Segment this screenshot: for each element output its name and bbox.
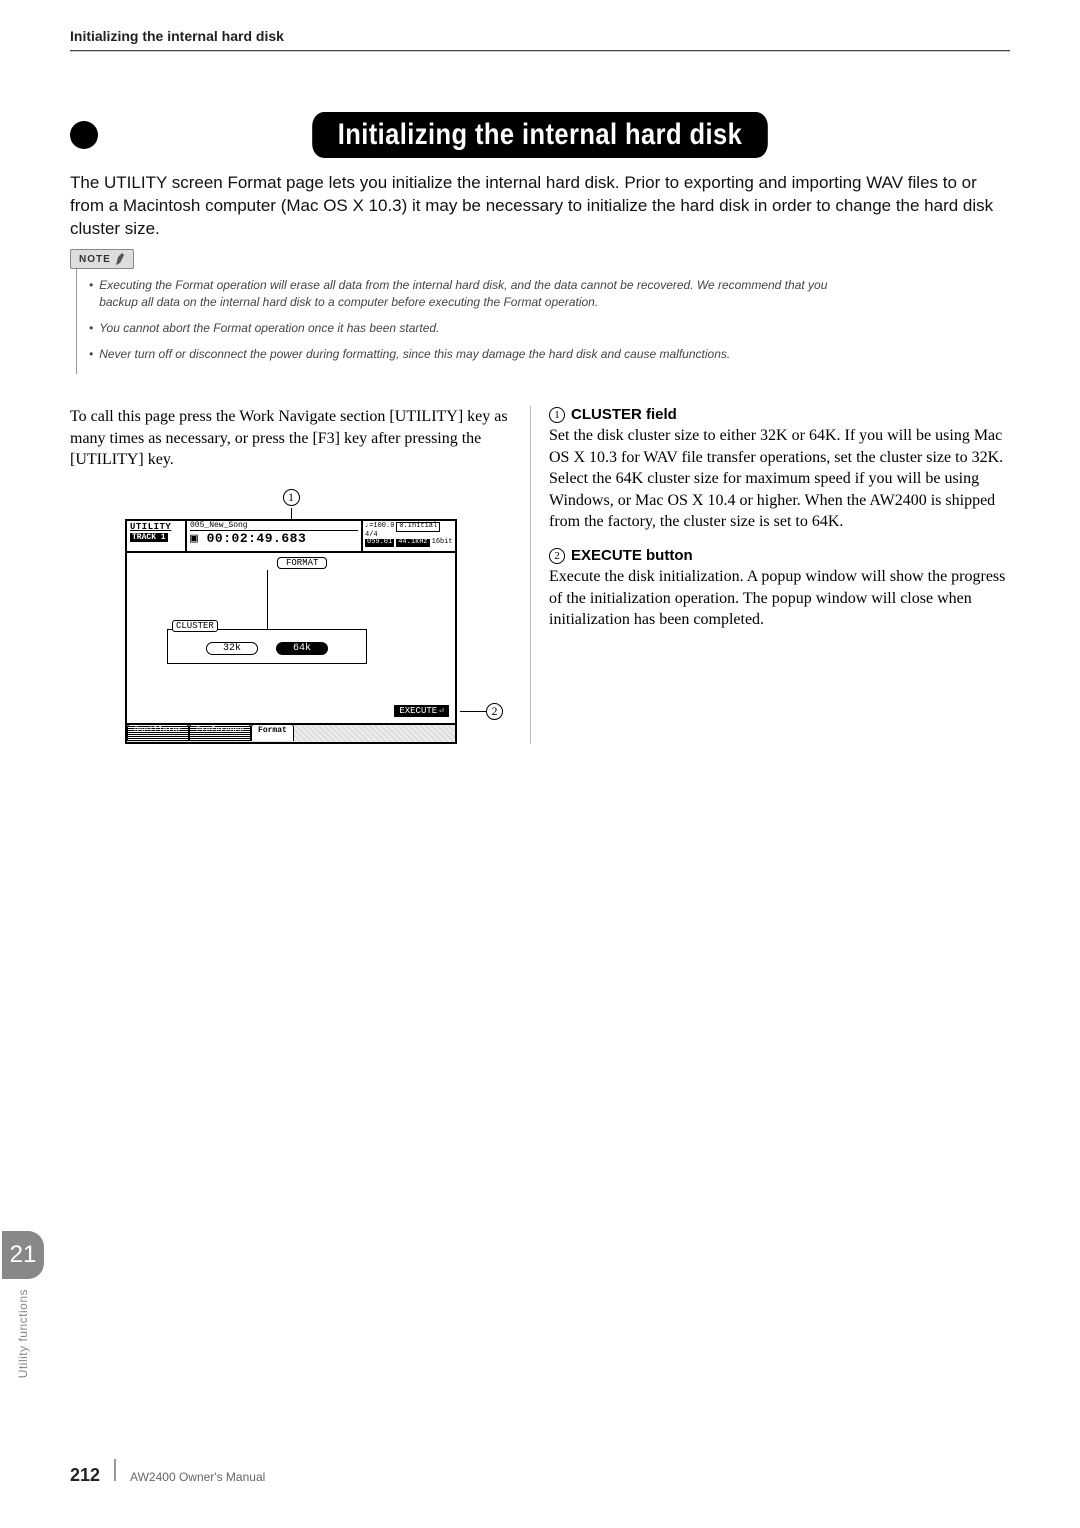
execute-button[interactable]: EXECUTE ⏎ <box>394 705 449 717</box>
leader-line-icon <box>460 711 486 712</box>
chapter-number: 21 <box>2 1231 44 1279</box>
screen-figure: 1 UTILITY TRACK 1 005_New_Song ▣ 00:02:4… <box>70 489 512 744</box>
note-item: •You cannot abort the Format operation o… <box>89 320 856 336</box>
section-title-bar: Initializing the internal hard disk <box>70 112 1010 158</box>
tab-oscillator[interactable]: Oscillator <box>127 724 189 741</box>
execute-button-label: EXECUTE <box>399 706 437 716</box>
breadcrumb: Initializing the internal hard disk <box>70 28 1010 50</box>
callout-1: 1 <box>283 489 300 506</box>
callout-2: 2 <box>486 703 503 720</box>
note-tag: NOTE <box>70 249 134 269</box>
chapter-side-tab: 21 Utility functions <box>0 1231 46 1378</box>
execute-button-description: Execute the disk initialization. A popup… <box>549 566 1010 631</box>
screen-tempo: ♩=100.0 <box>365 523 394 531</box>
note-text: Never turn off or disconnect the power d… <box>99 346 730 362</box>
note-block: NOTE •Executing the Format operation wil… <box>70 249 1010 374</box>
note-item: •Executing the Format operation will era… <box>89 277 856 309</box>
footer-divider-icon <box>114 1459 116 1481</box>
intro-paragraph: The UTILITY screen Format page lets you … <box>70 172 1010 241</box>
cluster-field-label: CLUSTER <box>172 620 218 632</box>
screen-time: ▣ 00:02:49.683 <box>190 531 358 546</box>
item-number-2: 2 <box>549 548 565 564</box>
screen-initial: 0.Initial <box>396 522 440 532</box>
page-footer: 212 AW2400 Owner's Manual <box>70 1459 265 1486</box>
chapter-label: Utility functions <box>16 1289 30 1378</box>
cluster-64k-option[interactable]: 64k <box>276 642 328 655</box>
format-button[interactable]: FORMAT <box>277 557 327 569</box>
note-text: Executing the Format operation will eras… <box>99 277 856 309</box>
execute-button-title: EXECUTE button <box>571 547 693 564</box>
cluster-field: CLUSTER 32k 64k <box>167 629 367 664</box>
screen-bits: 16bit <box>432 539 453 547</box>
section-title: Initializing the internal hard disk <box>312 112 768 158</box>
screen-tabs: Oscillator Preference Format <box>127 724 455 742</box>
enter-icon: ⏎ <box>439 706 444 716</box>
utility-screen: UTILITY TRACK 1 005_New_Song ▣ 00:02:49.… <box>125 519 457 744</box>
note-text: You cannot abort the Format operation on… <box>99 320 439 336</box>
note-item: •Never turn off or disconnect the power … <box>89 346 856 362</box>
manual-title: AW2400 Owner's Manual <box>130 1470 265 1484</box>
screen-track-label: TRACK 1 <box>130 533 168 542</box>
screen-rate: 44.1kHz <box>396 539 429 547</box>
title-bullet-icon <box>70 121 98 149</box>
note-tag-label: NOTE <box>79 254 111 265</box>
page-number: 212 <box>70 1465 100 1486</box>
left-paragraph: To call this page press the Work Navigat… <box>70 406 512 471</box>
cluster-field-heading: 1 CLUSTER field <box>549 406 1010 423</box>
cluster-field-description: Set the disk cluster size to either 32K … <box>549 425 1010 533</box>
screen-meas: 059.01 <box>365 539 394 547</box>
cluster-field-title: CLUSTER field <box>571 406 677 423</box>
pencil-icon <box>115 252 125 266</box>
tab-format[interactable]: Format <box>251 724 294 741</box>
item-number-1: 1 <box>549 407 565 423</box>
execute-button-heading: 2 EXECUTE button <box>549 547 1010 564</box>
cluster-32k-option[interactable]: 32k <box>206 642 258 655</box>
tab-preference[interactable]: Preference <box>189 724 251 741</box>
leader-line-icon <box>267 570 268 630</box>
screen-utility-label: UTILITY <box>130 522 182 532</box>
screen-song-name: 005_New_Song <box>190 521 358 531</box>
header-rule <box>70 50 1010 52</box>
